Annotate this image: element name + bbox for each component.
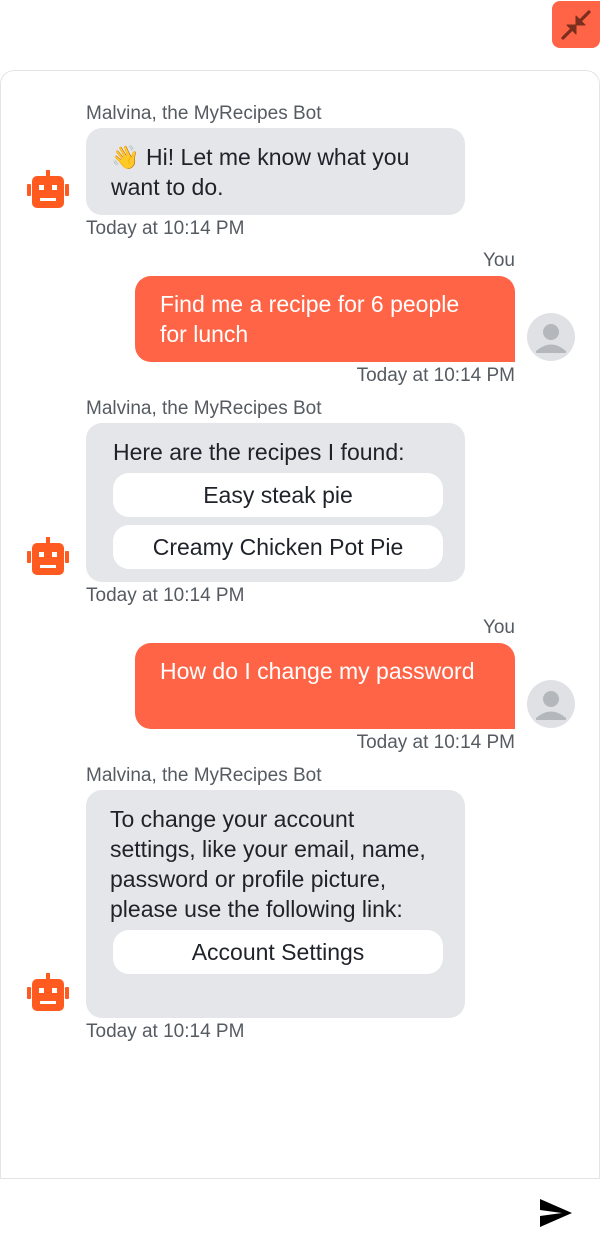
user-sender-name: You [482,617,515,638]
robot-icon [27,537,69,575]
user-avatar [527,680,575,728]
message-input[interactable] [14,1189,514,1237]
recipe-option-button[interactable]: Easy steak pie [113,473,443,517]
message-timestamp: Today at 10:14 PM [86,585,245,606]
user-message-text: Find me a recipe for 6 people for lunch [160,291,460,347]
waving-hand-icon: 👋 [111,144,140,170]
bot-message-bubble: To change your account settings, like yo… [86,790,465,1018]
bot-sender-name: Malvina, the MyRecipes Bot [86,398,322,419]
collapse-arrows-icon [561,9,591,40]
robot-icon [27,973,69,1011]
bot-message-bubble: Here are the recipes I found: Easy steak… [86,423,465,582]
bot-sender-name: Malvina, the MyRecipes Bot [86,103,322,124]
user-sender-name: You [482,250,515,271]
message-timestamp: Today at 10:14 PM [86,218,245,239]
robot-icon [27,170,69,208]
user-silhouette-icon [536,324,566,353]
bot-message-text: Here are the recipes I found: [113,439,405,465]
user-silhouette-icon [536,691,566,720]
bot-message-bubble: 👋 Hi! Let me know what you want to do. [86,128,465,215]
minimize-button[interactable] [552,1,600,48]
recipe-option-button[interactable]: Creamy Chicken Pot Pie [113,525,443,569]
bot-message-text: Hi! Let me know what you want to do. [111,144,410,200]
user-message-bubble: How do I change my password [135,643,515,729]
message-timestamp: Today at 10:14 PM [356,365,515,386]
message-timestamp: Today at 10:14 PM [86,1021,245,1042]
bot-sender-name: Malvina, the MyRecipes Bot [86,765,322,786]
message-timestamp: Today at 10:14 PM [356,732,515,753]
account-settings-link-button[interactable]: Account Settings [113,930,443,974]
bot-message-text: To change your account settings, like yo… [110,806,426,922]
user-message-bubble: Find me a recipe for 6 people for lunch [135,276,515,362]
user-avatar [527,313,575,361]
user-message-text: How do I change my password [160,658,475,684]
send-icon[interactable] [538,1197,574,1229]
message-composer [0,1178,600,1247]
